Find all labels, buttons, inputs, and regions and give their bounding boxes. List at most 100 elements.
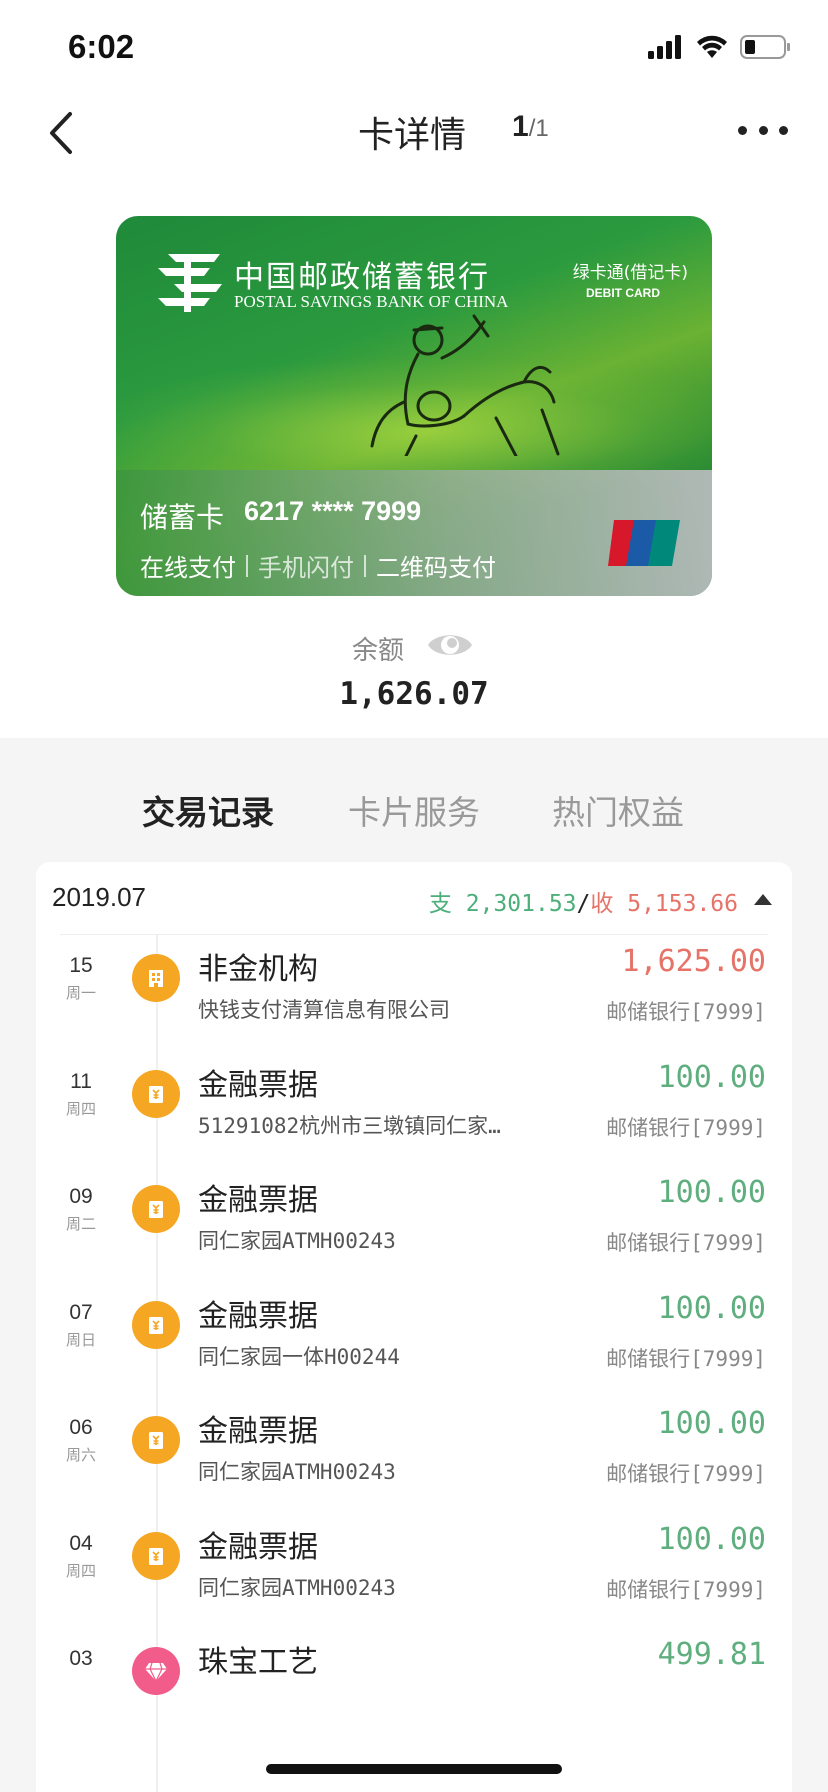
tx-description: 同仁家园一体H00244 [198, 1344, 400, 1369]
tx-amount: 100.00 [657, 1406, 766, 1441]
feature-mobile-pay: 手机闪付 [258, 554, 354, 582]
card-pager: 1/1 [512, 110, 549, 144]
feature-divider [246, 554, 248, 577]
tx-weekday: 周四 [65, 1099, 96, 1118]
card-type-label: 储蓄卡 [140, 501, 225, 534]
tx-merchant: 金融票据 [198, 1298, 318, 1334]
more-dot-icon [779, 125, 788, 135]
tab-benefits[interactable]: 热门权益 [552, 786, 684, 834]
transaction-row[interactable]: 15 周一 非金机构快钱支付清算信息有限公司 1,625.00 邮储银行[7999] [36, 944, 792, 1076]
month-expense: 支 2,301.53 [428, 891, 577, 917]
bill-icon [132, 1300, 180, 1349]
page-title: 卡详情 [358, 115, 467, 156]
chevron-left-icon [50, 112, 72, 154]
more-button[interactable] [738, 118, 788, 142]
feature-online-pay: 在线支付 [140, 554, 236, 582]
tx-weekday: 周日 [65, 1330, 96, 1349]
tab-card-services[interactable]: 卡片服务 [348, 786, 480, 834]
balance-value: 1,626.07 [339, 676, 489, 712]
month-label: 2019.07 [52, 882, 146, 912]
psbc-logo-icon [158, 254, 222, 312]
card-features: 在线支付 手机闪付 二维码支付 [140, 548, 496, 583]
tab-bar: 交易记录 卡片服务 热门权益 [0, 770, 828, 840]
collapse-triangle-icon[interactable] [754, 894, 772, 905]
bill-icon [132, 1531, 180, 1580]
bank-name-cn: 中国邮政储蓄银行 [234, 260, 490, 295]
pager-total: /1 [528, 115, 549, 142]
card-number: 6217 **** 7999 [244, 496, 422, 526]
signal-icon [648, 35, 681, 59]
tx-merchant: 金融票据 [198, 1414, 318, 1449]
divider [60, 934, 768, 935]
tx-amount: 100.00 [657, 1521, 766, 1557]
more-dot-icon [738, 125, 747, 135]
status-icons [648, 34, 792, 60]
transaction-row[interactable]: 07 周日 金融票据同仁家园一体H00244 100.00 邮储银行[7999] [36, 1291, 792, 1423]
tx-day: 11 [70, 1069, 92, 1093]
tx-description: 51291082杭州市三墩镇同仁家… [198, 1113, 501, 1138]
card-product-cn: 绿卡通(借记卡) [572, 263, 688, 283]
tx-merchant: 珠宝工艺 [198, 1645, 318, 1680]
tx-description: 同仁家园ATMH00243 [198, 1229, 396, 1253]
tx-day: 06 [69, 1416, 93, 1439]
tx-amount: 100.00 [657, 1175, 766, 1210]
tx-amount: 499.81 [657, 1637, 766, 1672]
summary-separator: / [576, 891, 591, 917]
unionpay-logo-icon [608, 520, 680, 566]
tx-account: 邮储银行[7999] [606, 1346, 766, 1371]
transaction-row[interactable]: 03 珠宝工艺 499.81 [36, 1637, 792, 1769]
tx-description: 快钱支付清算信息有限公司 [198, 998, 450, 1022]
tx-amount: 100.00 [657, 1290, 766, 1326]
transaction-row[interactable]: 11 周四 金融票据 51291082杭州市三墩镇同仁家… 100.00 邮储银行[799… [36, 1060, 792, 1192]
tx-merchant: 金融票据 [198, 1183, 318, 1218]
tx-description: 同仁家园ATMH00243 [198, 1575, 396, 1600]
tx-weekday: 周六 [65, 1446, 96, 1464]
more-dot-icon [758, 125, 768, 135]
building-icon [132, 954, 180, 1002]
diamond-icon [132, 1647, 180, 1695]
status-bar: 6:02 [0, 0, 828, 100]
feature-divider [364, 554, 366, 577]
tx-day: 03 [69, 1647, 93, 1670]
month-summary: 支 2,301.53/收 5,153.66 [429, 884, 738, 918]
tx-day: 15 [69, 954, 93, 977]
tx-account: 邮储银行[7999] [606, 1115, 766, 1140]
feature-qr-pay: 二维码支付 [376, 554, 496, 582]
status-time: 6:02 [68, 28, 135, 65]
bill-icon [132, 1069, 180, 1118]
bank-card[interactable]: 中国邮政储蓄银行 POSTAL SAVINGS BANK OF CHINA 绿卡… [116, 216, 712, 596]
tx-day: 07 [69, 1300, 93, 1324]
home-indicator [266, 1764, 562, 1774]
balance-label: 余额 [352, 636, 405, 666]
tx-description: 同仁家园ATMH00243 [198, 1460, 396, 1484]
horse-rider-illustration [370, 314, 560, 456]
tx-account: 邮储银行[7999] [606, 1231, 766, 1255]
eye-icon[interactable] [426, 628, 474, 662]
card-product-en: DEBIT CARD [586, 286, 660, 300]
nav-bar: 卡详情 1/1 [0, 96, 828, 170]
card-lower-band: 储蓄卡 6217 **** 7999 在线支付 手机闪付 二维码支付 [116, 470, 712, 596]
tx-merchant: 金融票据 [198, 1529, 318, 1565]
tx-account: 邮储银行[7999] [606, 1462, 766, 1486]
tx-weekday: 周二 [65, 1215, 96, 1233]
wifi-icon [697, 35, 727, 58]
back-button[interactable] [40, 108, 84, 158]
transaction-row[interactable]: 04 周四 金融票据同仁家园ATMH00243 100.00 邮储银行[7999] [36, 1522, 792, 1654]
tx-weekday: 周一 [65, 984, 96, 1002]
tx-account: 邮储银行[7999] [606, 1000, 766, 1024]
tx-day: 09 [69, 1185, 93, 1208]
tx-day: 04 [69, 1531, 93, 1555]
tab-transactions[interactable]: 交易记录 [142, 786, 274, 834]
tx-weekday: 周四 [65, 1561, 96, 1580]
bill-icon [132, 1416, 180, 1464]
bill-icon [132, 1185, 180, 1233]
month-income: 收 5,153.66 [590, 891, 738, 917]
transaction-row[interactable]: 06 周六 金融票据同仁家园ATMH00243 100.00 邮储银行[7999] [36, 1406, 792, 1538]
pager-current: 1 [512, 110, 529, 143]
tx-merchant: 金融票据 [198, 1067, 318, 1103]
tx-amount: 100.00 [657, 1059, 766, 1095]
tx-amount: 1,625.00 [621, 944, 767, 979]
transaction-row[interactable]: 09 周二 金融票据同仁家园ATMH00243 100.00 邮储银行[7999] [36, 1175, 792, 1307]
tx-account: 邮储银行[7999] [606, 1577, 766, 1602]
tx-merchant: 非金机构 [198, 952, 318, 987]
